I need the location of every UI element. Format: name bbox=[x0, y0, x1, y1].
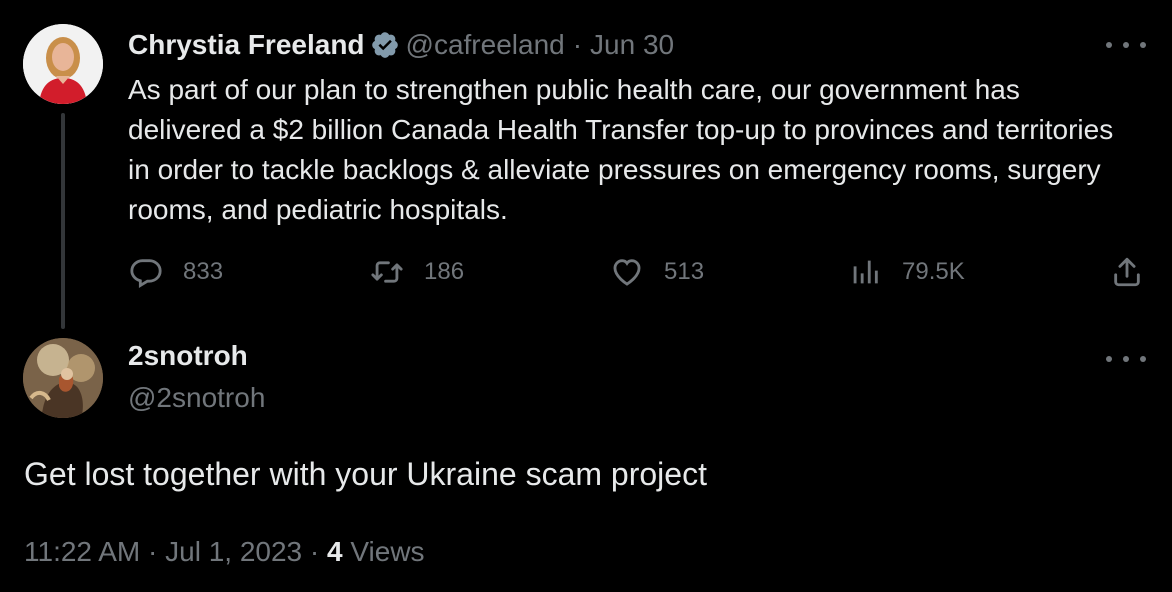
retweet-count: 186 bbox=[424, 258, 465, 285]
reply-time[interactable]: 11:22 AM bbox=[24, 536, 140, 567]
reply-count: 833 bbox=[183, 258, 224, 285]
analytics-icon bbox=[853, 260, 878, 284]
more-horizontal-icon[interactable] bbox=[1106, 33, 1146, 57]
tweet-action-bar: 833 186 513 79.5K bbox=[0, 251, 1172, 293]
separator-dot: · bbox=[572, 29, 583, 60]
user-handle[interactable]: @cafreeland bbox=[406, 29, 565, 61]
separator-dot: · bbox=[309, 536, 320, 567]
reply-button[interactable]: 833 bbox=[129, 251, 223, 293]
reply-icon bbox=[130, 259, 162, 288]
reply-views-label: Views bbox=[350, 536, 425, 567]
thread-connector-line bbox=[61, 113, 65, 329]
display-name[interactable]: Chrystia Freeland bbox=[128, 29, 365, 61]
views-count: 79.5K bbox=[902, 258, 965, 285]
avatar-image bbox=[23, 24, 103, 104]
heart-icon bbox=[613, 259, 641, 286]
like-button[interactable]: 513 bbox=[610, 251, 704, 293]
retweet-button[interactable]: 186 bbox=[370, 251, 464, 293]
share-button[interactable] bbox=[1110, 251, 1144, 293]
reply-metadata: 11:22 AM · Jul 1, 2023 · 4 Views bbox=[24, 536, 425, 568]
avatar-2snotroh[interactable] bbox=[23, 338, 103, 418]
share-icon bbox=[1114, 257, 1140, 287]
retweet-icon bbox=[371, 261, 403, 283]
reply-display-name[interactable]: 2snotroh bbox=[128, 340, 248, 372]
reply-text: Get lost together with your Ukraine scam… bbox=[24, 456, 707, 492]
reply-user-handle[interactable]: @2snotroh bbox=[128, 382, 265, 414]
views-button[interactable]: 79.5K bbox=[848, 251, 965, 293]
reply-date[interactable]: Jul 1, 2023 bbox=[165, 536, 302, 567]
reply-views-count: 4 bbox=[327, 536, 343, 567]
like-count: 513 bbox=[664, 258, 705, 285]
separator-dot: · bbox=[148, 536, 158, 567]
tweet-header: Chrystia Freeland @cafreeland · Jun 30 bbox=[128, 26, 674, 64]
tweet-date[interactable]: Jun 30 bbox=[590, 29, 674, 61]
more-horizontal-icon[interactable] bbox=[1106, 347, 1146, 371]
tweet-text: As part of our plan to strengthen public… bbox=[128, 74, 1114, 225]
verified-badge-icon bbox=[370, 30, 400, 60]
avatar-image bbox=[23, 338, 103, 418]
avatar-chrystia-freeland[interactable] bbox=[23, 24, 103, 104]
